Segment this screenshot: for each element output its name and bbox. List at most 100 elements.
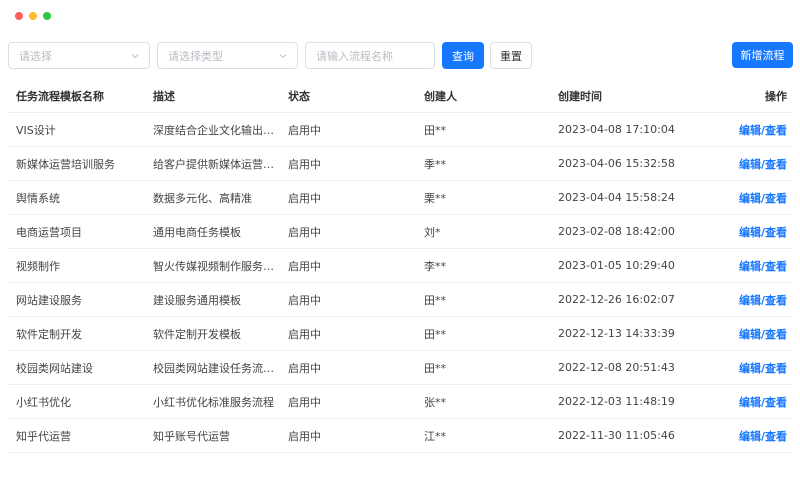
cell-created-time: 2022-12-13 14:33:39 — [558, 327, 675, 340]
cell-created-time: 2023-01-05 10:29:40 — [558, 259, 675, 272]
table-body: VIS设计 深度结合企业文化输出VI... 启用中 田** 2023-04-08 17:… — [8, 113, 793, 453]
actions-cell: 编辑/查看 — [700, 326, 793, 342]
cell-description: 数据多元化、高精准 — [153, 191, 252, 205]
cell-created-time: 2022-12-03 11:48:19 — [558, 395, 675, 408]
cell-name: 新媒体运营培训服务 — [16, 157, 115, 171]
flow-name-input[interactable]: 请输入流程名称 — [305, 42, 435, 69]
cell-created-time: 2023-04-08 17:10:04 — [558, 123, 675, 136]
cell-status: 启用中 — [288, 429, 321, 443]
add-flow-button[interactable]: 新增流程 — [732, 42, 793, 68]
edit-view-link[interactable]: 编辑/查看 — [739, 362, 787, 375]
edit-view-link[interactable]: 编辑/查看 — [739, 226, 787, 239]
edit-view-link[interactable]: 编辑/查看 — [739, 192, 787, 205]
table-row: 小红书优化 小红书优化标准服务流程 启用中 张** 2022-12-03 11:48:1… — [8, 385, 793, 419]
cell-creator: 田** — [424, 123, 446, 137]
cell-name: 视频制作 — [16, 259, 60, 273]
cell-creator: 刘* — [424, 225, 441, 239]
flow-template-table: 任务流程模板名称 描述 状态 创建人 创建时间 操作 VIS设计 深度结合企业文化… — [8, 79, 793, 453]
cell-status: 启用中 — [288, 259, 321, 273]
table-row: VIS设计 深度结合企业文化输出VI... 启用中 田** 2023-04-08 17:… — [8, 113, 793, 147]
edit-view-link[interactable]: 编辑/查看 — [739, 158, 787, 171]
cell-description: 建设服务通用模板 — [153, 293, 241, 307]
reset-button[interactable]: 重置 — [490, 42, 532, 69]
column-header-status: 状态 — [288, 89, 310, 103]
column-header-description: 描述 — [153, 89, 175, 103]
table-row: 新媒体运营培训服务 给客户提供新媒体运营培... 启用中 季** 2023-04-06 … — [8, 147, 793, 181]
cell-created-time: 2023-04-06 15:32:58 — [558, 157, 675, 170]
cell-description: 小红书优化标准服务流程 — [153, 395, 274, 409]
status-select-placeholder: 请选择 — [19, 49, 52, 63]
type-select[interactable]: 请选择类型 — [157, 42, 298, 69]
cell-created-time: 2023-02-08 18:42:00 — [558, 225, 675, 238]
cell-created-time: 2022-11-30 11:05:46 — [558, 429, 675, 442]
cell-creator: 李** — [424, 259, 446, 273]
cell-name: 网站建设服务 — [16, 293, 82, 307]
table-row: 软件定制开发 软件定制开发模板 启用中 田** 2022-12-13 14:33:39 编… — [8, 317, 793, 351]
actions-cell: 编辑/查看 — [700, 190, 793, 206]
cell-name: 舆情系统 — [16, 191, 60, 205]
actions-cell: 编辑/查看 — [700, 258, 793, 274]
cell-description: 软件定制开发模板 — [153, 327, 241, 341]
column-header-creator: 创建人 — [424, 89, 457, 103]
table-row: 校园类网站建设 校园类网站建设任务流程... 启用中 田** 2022-12-08 20… — [8, 351, 793, 385]
table-row: 舆情系统 数据多元化、高精准 启用中 栗** 2023-04-04 15:58:24 编辑… — [8, 181, 793, 215]
actions-cell: 编辑/查看 — [700, 224, 793, 240]
cell-status: 启用中 — [288, 225, 321, 239]
table-row: 视频制作 智火传媒视频制作服务流程 启用中 李** 2023-01-05 10:29:4… — [8, 249, 793, 283]
cell-status: 启用中 — [288, 191, 321, 205]
cell-name: 小红书优化 — [16, 395, 71, 409]
cell-name: 知乎代运营 — [16, 429, 71, 443]
cell-created-time: 2022-12-26 16:02:07 — [558, 293, 675, 306]
column-header-created-time: 创建时间 — [558, 89, 602, 103]
cell-status: 启用中 — [288, 327, 321, 341]
cell-status: 启用中 — [288, 123, 321, 137]
chevron-down-icon — [131, 54, 139, 59]
cell-name: 电商运营项目 — [16, 225, 82, 239]
cell-creator: 田** — [424, 327, 446, 341]
chevron-down-icon — [279, 54, 287, 59]
status-select[interactable]: 请选择 — [8, 42, 150, 69]
table-row: 知乎代运营 知乎账号代运营 启用中 江** 2022-11-30 11:05:46 编辑/… — [8, 419, 793, 453]
cell-description: 给客户提供新媒体运营培... — [153, 157, 280, 171]
cell-description: 深度结合企业文化输出VI... — [153, 123, 280, 137]
table-row: 网站建设服务 建设服务通用模板 启用中 田** 2022-12-26 16:02:07 编… — [8, 283, 793, 317]
actions-cell: 编辑/查看 — [700, 122, 793, 138]
cell-name: 软件定制开发 — [16, 327, 82, 341]
actions-cell: 编辑/查看 — [700, 428, 793, 444]
actions-cell: 编辑/查看 — [700, 360, 793, 376]
cell-creator: 栗** — [424, 191, 446, 205]
edit-view-link[interactable]: 编辑/查看 — [739, 328, 787, 341]
edit-view-link[interactable]: 编辑/查看 — [739, 260, 787, 273]
cell-description: 校园类网站建设任务流程... — [153, 361, 280, 375]
edit-view-link[interactable]: 编辑/查看 — [739, 124, 787, 137]
cell-creator: 季** — [424, 157, 446, 171]
cell-creator: 江** — [424, 429, 446, 443]
query-button[interactable]: 查询 — [442, 42, 484, 69]
cell-description: 智火传媒视频制作服务流程 — [153, 259, 280, 273]
column-header-name: 任务流程模板名称 — [16, 89, 104, 103]
cell-creator: 张** — [424, 395, 446, 409]
filter-bar: 请选择 请选择类型 请输入流程名称 查询 重置 新增流程 — [8, 42, 793, 69]
table-row: 电商运营项目 通用电商任务模板 启用中 刘* 2023-02-08 18:42:00 编辑… — [8, 215, 793, 249]
cell-name: VIS设计 — [16, 123, 56, 137]
cell-description: 通用电商任务模板 — [153, 225, 241, 239]
close-window-button[interactable] — [15, 12, 23, 20]
cell-creator: 田** — [424, 293, 446, 307]
cell-status: 启用中 — [288, 293, 321, 307]
edit-view-link[interactable]: 编辑/查看 — [739, 430, 787, 443]
table-header: 任务流程模板名称 描述 状态 创建人 创建时间 操作 — [8, 79, 793, 113]
actions-cell: 编辑/查看 — [700, 156, 793, 172]
minimize-window-button[interactable] — [29, 12, 37, 20]
window-controls — [15, 12, 51, 20]
cell-created-time: 2023-04-04 15:58:24 — [558, 191, 675, 204]
edit-view-link[interactable]: 编辑/查看 — [739, 396, 787, 409]
cell-name: 校园类网站建设 — [16, 361, 93, 375]
cell-creator: 田** — [424, 361, 446, 375]
cell-description: 知乎账号代运营 — [153, 429, 230, 443]
zoom-window-button[interactable] — [43, 12, 51, 20]
edit-view-link[interactable]: 编辑/查看 — [739, 294, 787, 307]
flow-name-placeholder: 请输入流程名称 — [316, 49, 393, 63]
actions-cell: 编辑/查看 — [700, 394, 793, 410]
actions-cell: 编辑/查看 — [700, 292, 793, 308]
cell-status: 启用中 — [288, 395, 321, 409]
